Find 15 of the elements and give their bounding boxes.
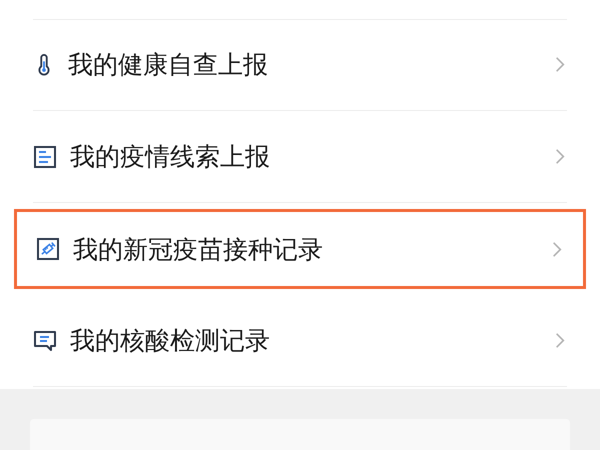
menu-item[interactable]: 我的健康自查上报 xyxy=(33,19,567,111)
message-icon xyxy=(33,328,57,352)
syringe-icon xyxy=(36,237,60,261)
menu-label: 我的疫情线索上报 xyxy=(70,141,271,173)
menu-item[interactable]: 我的疫情线索上报 xyxy=(33,111,567,203)
document-icon xyxy=(33,144,57,168)
menu-label: 我的健康自查上报 xyxy=(68,49,269,81)
chevron-right-icon xyxy=(555,148,565,165)
chevron-right-icon xyxy=(552,240,562,258)
chevron-right-icon xyxy=(555,56,565,73)
menu-item[interactable]: 我的新冠疫苗接种记录 xyxy=(14,209,586,289)
menu-label: 我的新冠疫苗接种记录 xyxy=(73,234,324,266)
menu-item[interactable]: 我的核酸检测记录 xyxy=(33,295,567,387)
menu-label: 我的核酸检测记录 xyxy=(70,325,271,357)
chevron-right-icon xyxy=(555,332,565,349)
